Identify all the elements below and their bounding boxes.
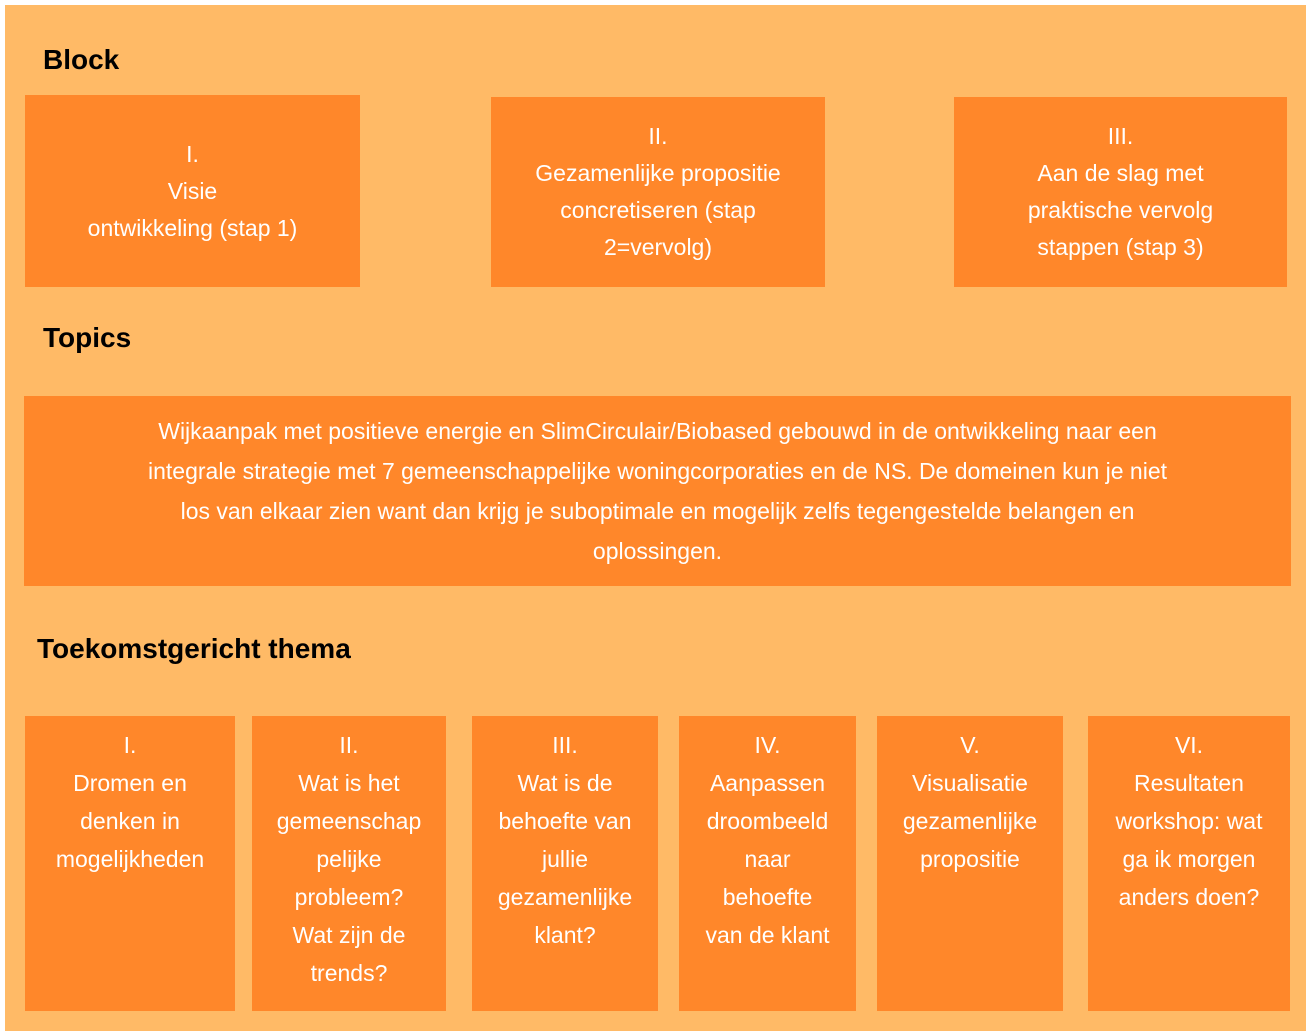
theme-3-line: klant? — [534, 922, 596, 948]
theme-2-line: gemeenschap — [276, 808, 422, 834]
theme-box-4: IV. Aanpassen droombeeld naar behoefte v… — [679, 716, 856, 1011]
theme-4-line: Aanpassen — [709, 770, 826, 796]
topic-line: Wijkaanpak met positieve energie en Slim… — [158, 418, 1157, 444]
topic-box: Wijkaanpak met positieve energie en Slim… — [24, 396, 1291, 586]
theme-1-line: denken in — [80, 808, 180, 834]
theme-4-line: droombeeld — [706, 808, 829, 834]
theme-3-line: gezamenlijke — [497, 884, 633, 910]
topic-line: integrale strategie met 7 gemeenschappel… — [148, 458, 1167, 484]
topic-text: Wijkaanpak met positieve energie en Slim… — [148, 411, 1167, 571]
theme-2-line: Wat zijn de — [292, 922, 406, 948]
theme-2-line: II. — [339, 732, 359, 758]
block-1-line: Visie — [167, 177, 218, 204]
topics-heading: Topics — [43, 322, 132, 353]
theme-3-line: III. — [552, 732, 578, 758]
topic-line: los van elkaar zien want dan krijg je su… — [180, 498, 1135, 524]
theme-5-line: V. — [960, 732, 980, 758]
theme-box-5: V. Visualisatie gezamenlijke propositie — [877, 716, 1063, 1011]
theme-4-line: IV. — [754, 732, 781, 758]
theme-1-line: mogelijkheden — [55, 846, 205, 872]
theme-2-line: probleem? — [294, 884, 404, 910]
theme-box-2: II. Wat is het gemeenschap pelijke probl… — [252, 716, 446, 1011]
topic-line: oplossingen. — [592, 538, 723, 564]
theme-box-1: I. Dromen en denken in mogelijkheden — [25, 716, 235, 1011]
theme-3-line: jullie — [541, 846, 589, 872]
theme-6-line: workshop: wat — [1115, 808, 1263, 834]
theme-1-line: I. — [123, 732, 137, 758]
block-2-line: concretiseren (stap — [560, 197, 756, 223]
theme-2-line: trends? — [310, 960, 388, 986]
block-box-1: I. Visie ontwikkeling (stap 1) — [25, 95, 360, 287]
theme-5-line: propositie — [920, 846, 1020, 872]
theme-6-line: VI. — [1174, 732, 1204, 758]
theme-4-line: van de klant — [705, 922, 830, 948]
block-box-3: III. Aan de slag met praktische vervolg … — [954, 97, 1287, 287]
block-3-line: Aan de slag met — [1037, 160, 1204, 186]
theme-box-3: III. Wat is de behoefte van jullie gezam… — [472, 716, 658, 1011]
block-1-line: ontwikkeling (stap 1) — [87, 214, 298, 241]
theme-6-line: anders doen? — [1118, 884, 1260, 910]
block-box-2: II. Gezamenlijke propositie concretisere… — [491, 97, 825, 287]
theme-5-line: gezamenlijke — [902, 808, 1038, 834]
block-2-line: II. — [648, 123, 668, 149]
theme-2-line: Wat is het — [298, 770, 400, 796]
block-1-line: I. — [186, 140, 199, 167]
theme-box-6: VI. Resultaten workshop: wat ga ik morge… — [1088, 716, 1290, 1011]
block-3-line: stappen (stap 3) — [1037, 234, 1204, 260]
block-3-line: III. — [1107, 123, 1134, 149]
block-2-line: 2=vervolg) — [603, 234, 713, 260]
theme-4-line: behoefte — [722, 884, 813, 910]
theme-heading: Toekomstgericht thema — [37, 633, 351, 664]
theme-6-line: ga ik morgen — [1122, 846, 1256, 872]
theme-1-line: Dromen en — [73, 770, 187, 796]
theme-6-line: Resultaten — [1134, 770, 1244, 796]
block-2-line: Gezamenlijke propositie — [535, 160, 781, 186]
theme-2-line: pelijke — [316, 846, 382, 872]
theme-5-line: Visualisatie — [912, 770, 1028, 796]
theme-4-line: naar — [744, 846, 791, 872]
diagram-canvas: Block I. Visie ontwikkeling (stap 1) II.… — [5, 5, 1306, 1031]
theme-3-line: Wat is de — [517, 770, 613, 796]
theme-3-line: behoefte van — [498, 808, 632, 834]
block-heading: Block — [43, 44, 120, 75]
block-3-line: praktische vervolg — [1027, 197, 1214, 223]
